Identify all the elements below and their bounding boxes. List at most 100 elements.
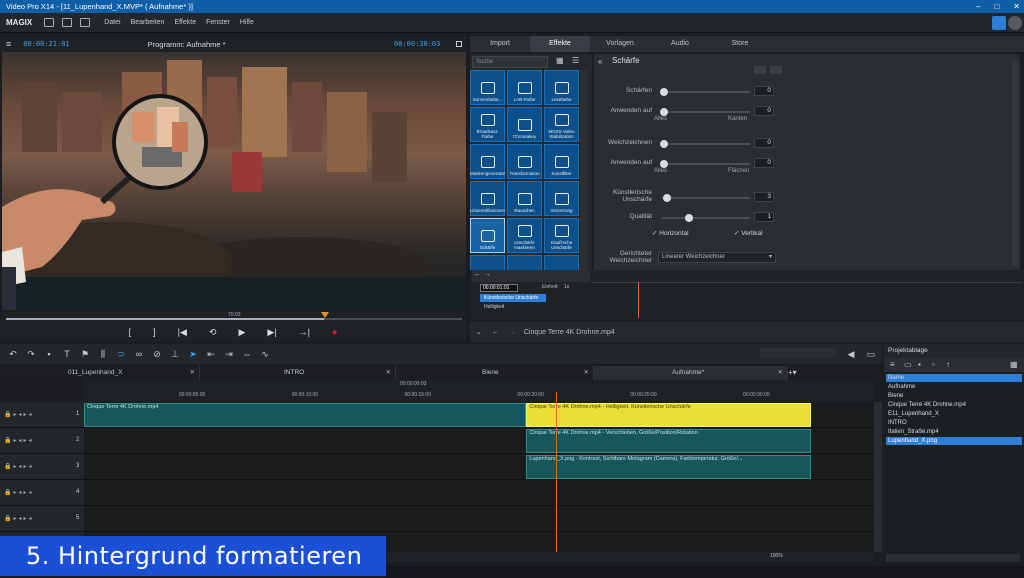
range-icon[interactable]: ⇤: [206, 349, 216, 359]
timeline-playhead[interactable]: [555, 392, 557, 554]
tab-intro[interactable]: INTRO ✕: [200, 366, 396, 380]
close-icon[interactable]: ✕: [386, 366, 391, 380]
close-icon[interactable]: ✕: [778, 366, 783, 380]
preview-scrub-bar[interactable]: 70:03: [2, 312, 466, 322]
setting-slider[interactable]: [660, 140, 750, 148]
fx-next-icon[interactable]: →: [484, 271, 491, 278]
tab-biene[interactable]: Biene ✕: [396, 366, 594, 380]
settings-icon[interactable]: [1008, 16, 1022, 30]
timeline-ruler[interactable]: 00:00:00:03 00:00:05:00 00:00:10:00 00:00:…: [84, 380, 874, 402]
split-icon[interactable]: ⫼: [98, 349, 108, 359]
effect-tile[interactable]: Transformation: [507, 144, 542, 179]
setting-slider[interactable]: [662, 194, 750, 202]
hamburger-icon[interactable]: ≡: [6, 39, 11, 49]
effect-tile[interactable]: Unschärfe maskieren: [507, 218, 542, 253]
folder-icon[interactable]: ▭: [904, 360, 912, 369]
save-icon[interactable]: [44, 18, 55, 27]
reset-icon[interactable]: [770, 66, 782, 74]
save-icon[interactable]: ▪: [918, 360, 921, 369]
collapse-icon[interactable]: [754, 66, 766, 74]
list-icon[interactable]: ≡: [890, 360, 895, 369]
zoom-scale[interactable]: [760, 348, 836, 358]
effect-tile[interactable]: Broadcast-Farbe: [470, 107, 505, 142]
menu-datei[interactable]: Datei: [104, 19, 120, 26]
effect-tile[interactable]: Maskengenerator: [470, 144, 505, 179]
speaker-icon[interactable]: ◀: [846, 349, 856, 359]
menu-bearbeiten[interactable]: Bearbeiten: [131, 19, 165, 26]
setting-value-input[interactable]: 0: [754, 106, 774, 116]
export-icon[interactable]: [80, 18, 91, 27]
group-icon[interactable]: ⊥: [170, 349, 180, 359]
new-icon[interactable]: ▫: [932, 360, 935, 369]
bin-column-header[interactable]: Name: [886, 374, 1022, 382]
effect-tile[interactable]: Rauschen: [507, 181, 542, 216]
loop-button[interactable]: ⟲: [209, 327, 217, 338]
track-header[interactable]: 🔒▸◂▸◂ 2: [0, 428, 84, 454]
pin-icon[interactable]: [992, 16, 1006, 30]
slider-knob[interactable]: [660, 160, 668, 168]
track-header[interactable]: 🔒▸◂▸◂ 5: [0, 506, 84, 532]
timeline-clip[interactable]: Cinque Terre 4K Drohne.mp4 - Helligkeit,…: [526, 403, 811, 427]
tab-aufnahme[interactable]: Aufnahme* ✕: [594, 366, 788, 380]
track-header[interactable]: 🔒▸◂▸◂ 4: [0, 480, 84, 506]
track-header[interactable]: 🔒▸◂▸◂ 3: [0, 454, 84, 480]
track-controls-icon[interactable]: 🔒▸◂▸◂: [4, 463, 34, 470]
curve-icon[interactable]: ∿: [260, 349, 270, 359]
bin-item[interactable]: Lupenhand_X.png: [886, 437, 1022, 445]
track-controls-icon[interactable]: 🔒▸◂▸◂: [4, 515, 34, 522]
mark-in-button[interactable]: [: [129, 327, 132, 337]
setting-slider[interactable]: [660, 88, 750, 96]
close-button[interactable]: ✕: [1013, 0, 1020, 13]
effect-tile[interactable]: Verzerrung: [544, 181, 579, 216]
bin-item[interactable]: Biene: [886, 392, 1022, 400]
menu-hilfe[interactable]: Hilfe: [240, 19, 254, 26]
nav-forward-icon[interactable]: →: [509, 329, 516, 336]
stretch-icon[interactable]: ⇔: [242, 349, 252, 359]
slider-knob[interactable]: [660, 108, 668, 116]
fx-prev-icon[interactable]: ←: [474, 271, 481, 278]
maximize-button[interactable]: □: [994, 0, 999, 13]
menu-effekte[interactable]: Effekte: [174, 19, 196, 26]
redo-icon[interactable]: ↷: [26, 349, 36, 359]
fx-list-item[interactable]: Künstlerische Unschärfe: [480, 294, 546, 302]
track-header[interactable]: 🔒▸◂▸◂ 1: [0, 402, 84, 428]
checkbox-horizontal[interactable]: ✓ Horizontal: [652, 229, 689, 237]
play-button[interactable]: ▶: [238, 327, 245, 338]
track-controls-icon[interactable]: 🔒▸◂▸◂: [4, 489, 34, 496]
checkbox-vertical[interactable]: ✓ Vertikal: [734, 229, 763, 237]
delete-icon[interactable]: ▪: [44, 349, 54, 359]
next-marker-button[interactable]: →|: [299, 327, 310, 337]
effects-search-input[interactable]: Suche: [472, 56, 548, 68]
grid-icon[interactable]: ▦: [1010, 360, 1018, 369]
effect-tile[interactable]: Kunstfilter: [544, 144, 579, 179]
effect-tile[interactable]: MGXS Video Stabilization: [544, 107, 579, 142]
fx-timecode[interactable]: 00:00:01:01: [480, 284, 518, 292]
unit-value[interactable]: 1s: [564, 284, 569, 290]
effect-tile[interactable]: Gauß'sche Unschärfe: [544, 218, 579, 253]
open-folder-icon[interactable]: [62, 18, 73, 27]
bin-item[interactable]: Cinque Terre 4K Drohne.mp4: [886, 401, 1022, 409]
track-lane[interactable]: Cinque Terre 4K Drohne.mp4 Cinque Terre 4…: [84, 402, 874, 428]
timeline-clip[interactable]: Lupenhand_X.png - Kontrast, Sichtbare Me…: [526, 455, 811, 479]
timeline-clip[interactable]: Cinque Terre 4K Drohne.mp4: [84, 403, 527, 427]
nav-back-icon[interactable]: ←: [492, 329, 499, 336]
video-preview[interactable]: [2, 52, 466, 310]
setting-value-input[interactable]: 3: [754, 192, 774, 202]
undo-icon[interactable]: ↶: [8, 349, 18, 359]
close-icon[interactable]: ✕: [190, 366, 195, 380]
grid-view-icon[interactable]: ▦: [556, 56, 564, 65]
setting-value-input[interactable]: 0: [754, 86, 774, 96]
setting-slider[interactable]: [662, 214, 750, 222]
blur-type-dropdown[interactable]: Linearer Weichzeichner ▾: [658, 252, 776, 263]
back-icon[interactable]: «: [598, 57, 602, 66]
track-lane[interactable]: [84, 506, 874, 532]
go-end-button[interactable]: ▶|: [267, 327, 276, 338]
effect-tile[interactable]: Schärfe: [470, 218, 505, 253]
track-lane[interactable]: Lupenhand_X.png - Kontrast, Sichtbare Me…: [84, 454, 874, 480]
zoom-level[interactable]: 100%: [770, 553, 783, 559]
tab-store[interactable]: Store: [710, 36, 770, 52]
setting-value-input[interactable]: 1: [754, 212, 774, 222]
effect-tile[interactable]: LAB-Farbe: [507, 70, 542, 105]
tab-lupenhand[interactable]: 011_Lupenhand_X ✕: [0, 366, 200, 380]
slider-knob[interactable]: [660, 88, 668, 96]
